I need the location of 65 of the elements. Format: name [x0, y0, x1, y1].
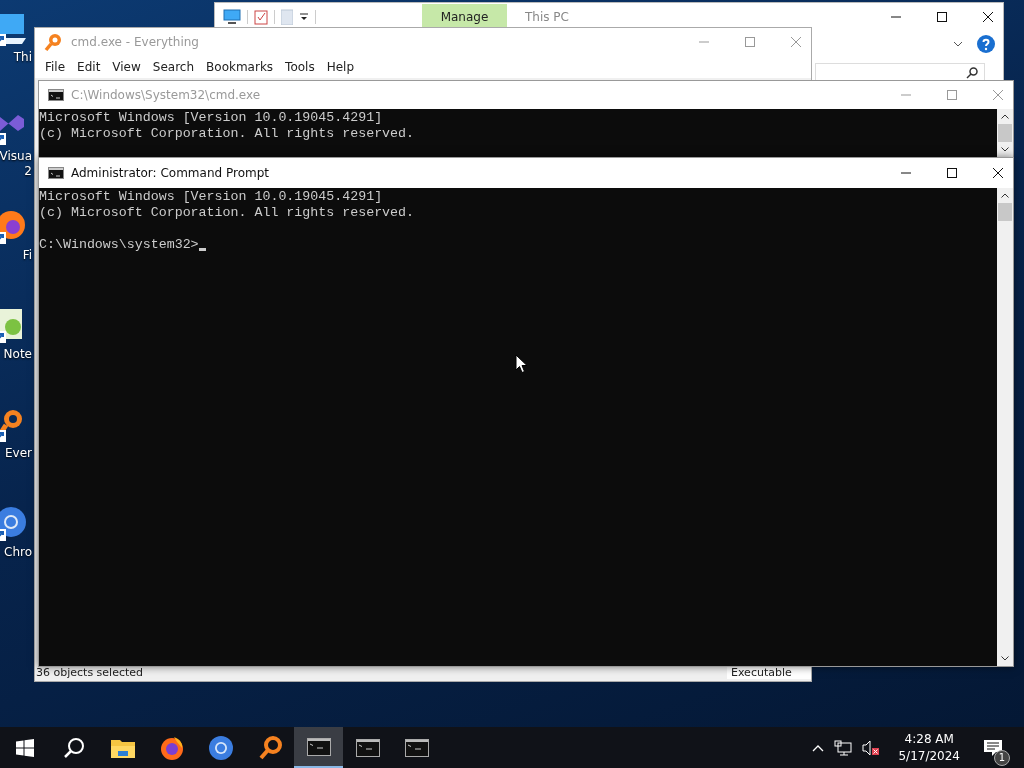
chevron-down-icon[interactable]	[953, 40, 963, 48]
windows-logo-icon	[15, 738, 34, 757]
maximize-button[interactable]	[947, 168, 957, 178]
status-text: 36 objects selected	[35, 665, 144, 679]
scrollbar[interactable]	[997, 109, 1013, 157]
console-icon	[306, 737, 331, 756]
window-title: Administrator: Command Prompt	[71, 166, 269, 180]
monitor-icon[interactable]	[223, 9, 241, 25]
window-title: This PC	[525, 10, 569, 24]
pointer-icon	[515, 354, 528, 374]
menu-item[interactable]: Tools	[279, 58, 321, 76]
icon-label: Chro	[4, 545, 32, 560]
search-icon[interactable]	[966, 67, 978, 79]
icon-label: Visua	[0, 149, 32, 164]
scroll-up-icon[interactable]	[1001, 193, 1009, 198]
firefox-icon	[159, 735, 184, 760]
chevron-up-icon[interactable]	[812, 743, 825, 752]
icon-label: Thi	[13, 50, 32, 65]
dropdown-icon[interactable]	[299, 12, 309, 22]
console-icon	[48, 89, 64, 101]
close-button[interactable]	[993, 168, 1003, 178]
console-text: (c) Microsoft Corporation. All rights reserved.	[39, 126, 416, 142]
scroll-thumb[interactable]	[998, 203, 1012, 221]
console-text: Microsoft Windows [Version 10.0.19045.4291]	[39, 189, 384, 205]
console-icon	[48, 167, 64, 179]
network-icon[interactable]	[834, 739, 853, 756]
window-title: C:\Windows\System32\cmd.exe	[71, 88, 261, 102]
console-prompt: C:\Windows\system32>	[39, 237, 199, 253]
scroll-up-icon[interactable]	[1001, 114, 1009, 119]
shortcut-icon[interactable]	[0, 208, 28, 244]
console-text: (c) Microsoft Corporation. All rights reserved.	[39, 205, 416, 221]
console-icon	[355, 738, 380, 757]
console-icon	[404, 738, 429, 757]
menu-item[interactable]: View	[106, 58, 147, 76]
help-icon[interactable]	[977, 35, 995, 53]
maximize-button[interactable]	[937, 12, 947, 22]
scroll-down-icon[interactable]	[1001, 656, 1009, 661]
speaker-muted-icon[interactable]	[862, 739, 881, 756]
icon-label: 2	[24, 164, 32, 179]
taskbar-button[interactable]	[294, 727, 343, 768]
search-icon	[62, 736, 85, 759]
scroll-thumb[interactable]	[998, 124, 1012, 142]
icon-label: Ever	[5, 446, 32, 461]
ribbon-tab[interactable]: Manage	[422, 4, 507, 30]
clock-button[interactable]: 4:28 AM 5/17/2024	[890, 730, 968, 765]
browser-icon	[208, 735, 233, 760]
shortcut-icon[interactable]	[0, 505, 28, 541]
menu-item[interactable]: Search	[146, 58, 201, 76]
notification-button[interactable]: 1	[978, 739, 1010, 766]
scrollbar[interactable]	[997, 188, 1013, 666]
icon-label: Fi	[22, 248, 32, 263]
close-button[interactable]	[983, 12, 993, 22]
message-icon	[984, 739, 1002, 756]
menu-item[interactable]: Bookmarks	[200, 58, 280, 76]
folder-icon	[110, 737, 135, 758]
magnifier-icon	[43, 32, 63, 52]
menu-item[interactable]: File	[39, 58, 72, 76]
magnifier-icon	[257, 735, 282, 760]
console-text: Microsoft Windows [Version 10.0.19045.4291]	[39, 110, 384, 126]
scroll-down-icon[interactable]	[1001, 147, 1009, 152]
checklist-icon[interactable]	[254, 9, 268, 25]
icon-label: Note	[3, 347, 32, 362]
menu-item[interactable]: Help	[320, 58, 361, 76]
menu-item[interactable]: Edit	[71, 58, 107, 76]
window-title: cmd.exe - Everything	[71, 35, 199, 49]
